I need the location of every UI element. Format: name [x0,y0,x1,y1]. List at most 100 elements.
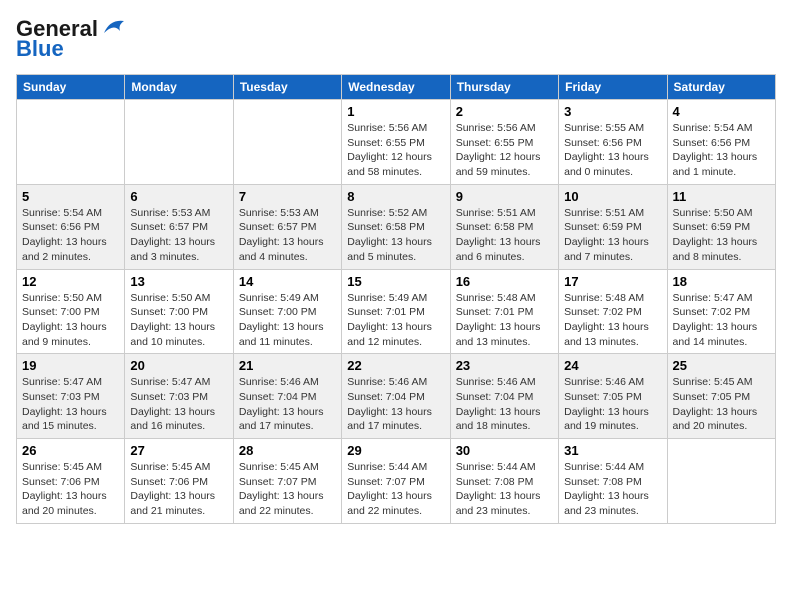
calendar-cell: 7 Sunrise: 5:53 AM Sunset: 6:57 PM Daylig… [233,184,341,269]
weekday-header-thursday: Thursday [450,75,558,100]
calendar-cell: 26Sunrise: 5:45 AM Sunset: 7:06 PM Dayli… [17,439,125,524]
day-info: Sunrise: 5:45 AM Sunset: 7:06 PM Dayligh… [130,460,227,519]
day-number: 29 [347,443,444,458]
calendar-cell: 27Sunrise: 5:45 AM Sunset: 7:06 PM Dayli… [125,439,233,524]
calendar-cell [667,439,775,524]
calendar-cell: 1 Sunrise: 5:56 AM Sunset: 6:55 PM Daylig… [342,100,450,185]
day-info: Sunrise: 5:56 AM Sunset: 6:55 PM Dayligh… [456,121,553,180]
calendar-week-row: 5Sunrise: 5:54 AM Sunset: 6:56 PM Daylig… [17,184,776,269]
day-info: Sunrise: 5:47 AM Sunset: 7:03 PM Dayligh… [22,375,119,434]
logo-blue: Blue [16,36,64,62]
day-number: 17 [564,274,661,289]
day-info: Sunrise: 5:55 AM Sunset: 6:56 PM Dayligh… [564,121,661,180]
weekday-header-sunday: Sunday [17,75,125,100]
weekday-header-saturday: Saturday [667,75,775,100]
day-number: 19 [22,358,119,373]
day-info: Sunrise: 5:46 AM Sunset: 7:04 PM Dayligh… [347,375,444,434]
day-number: 25 [673,358,770,373]
day-number: 7 [239,189,336,204]
day-info: Sunrise: 5:51 AM Sunset: 6:58 PM Dayligh… [456,206,553,265]
day-info: Sunrise: 5:44 AM Sunset: 7:07 PM Dayligh… [347,460,444,519]
day-number: 4 [673,104,770,119]
calendar-cell: 22 Sunrise: 5:46 AM Sunset: 7:04 PM Dayli… [342,354,450,439]
day-info: Sunrise: 5:56 AM Sunset: 6:55 PM Dayligh… [347,121,444,180]
calendar-cell [17,100,125,185]
day-number: 26 [22,443,119,458]
day-number: 1 [347,104,444,119]
calendar-cell: 17 Sunrise: 5:48 AM Sunset: 7:02 PM Dayli… [559,269,667,354]
calendar-cell: 9 Sunrise: 5:51 AM Sunset: 6:58 PM Daylig… [450,184,558,269]
logo-bird-icon [100,17,128,37]
day-number: 15 [347,274,444,289]
calendar-week-row: 26 Sunrise: 5:45 AM Sunset: 7:06 PM Dayli… [17,439,776,524]
day-info: Sunrise: 5:46 AM Sunset: 7:04 PM Dayligh… [456,375,553,434]
day-info: Sunrise: 5:44 AM Sunset: 7:08 PM Dayligh… [456,460,553,519]
calendar-cell: 14 Sunrise: 5:49 AM Sunset: 7:00 PM Dayli… [233,269,341,354]
calendar-cell [233,100,341,185]
day-number: 9 [456,189,553,204]
day-number: 24 [564,358,661,373]
day-number: 14 [239,274,336,289]
weekday-header-monday: Monday [125,75,233,100]
day-info: Sunrise: 5:47 AM Sunset: 7:02 PM Dayligh… [673,291,770,350]
day-number: 30 [456,443,553,458]
calendar-cell: 13 Sunrise: 5:50 AM Sunset: 7:00 PM Dayli… [125,269,233,354]
day-info: Sunrise: 5:45 AM Sunset: 7:07 PM Dayligh… [239,460,336,519]
day-info: Sunrise: 5:48 AM Sunset: 7:02 PM Dayligh… [564,291,661,350]
day-number: 2 [456,104,553,119]
day-info: Sunrise: 5:47 AM Sunset: 7:03 PM Dayligh… [130,375,227,434]
day-info: Sunrise: 5:52 AM Sunset: 6:58 PM Dayligh… [347,206,444,265]
day-number: 18 [673,274,770,289]
day-number: 10 [564,189,661,204]
calendar-cell: 2 Sunrise: 5:56 AM Sunset: 6:55 PM Daylig… [450,100,558,185]
calendar-cell: 21Sunrise: 5:46 AM Sunset: 7:04 PM Dayli… [233,354,341,439]
calendar-cell: 24 Sunrise: 5:46 AM Sunset: 7:05 PM Dayli… [559,354,667,439]
day-info: Sunrise: 5:48 AM Sunset: 7:01 PM Dayligh… [456,291,553,350]
calendar-cell: 31 Sunrise: 5:44 AM Sunset: 7:08 PM Dayli… [559,439,667,524]
day-info: Sunrise: 5:50 AM Sunset: 6:59 PM Dayligh… [673,206,770,265]
weekday-header-friday: Friday [559,75,667,100]
calendar-cell: 20 Sunrise: 5:47 AM Sunset: 7:03 PM Dayli… [125,354,233,439]
calendar-table: SundayMondayTuesdayWednesdayThursdayFrid… [16,74,776,524]
calendar-cell: 18 Sunrise: 5:47 AM Sunset: 7:02 PM Dayli… [667,269,775,354]
calendar-cell: 10Sunrise: 5:51 AM Sunset: 6:59 PM Dayli… [559,184,667,269]
weekday-header-tuesday: Tuesday [233,75,341,100]
day-number: 20 [130,358,227,373]
day-number: 31 [564,443,661,458]
calendar-cell: 8 Sunrise: 5:52 AM Sunset: 6:58 PM Daylig… [342,184,450,269]
calendar-week-row: 12Sunrise: 5:50 AM Sunset: 7:00 PM Dayli… [17,269,776,354]
day-info: Sunrise: 5:44 AM Sunset: 7:08 PM Dayligh… [564,460,661,519]
calendar-cell: 5Sunrise: 5:54 AM Sunset: 6:56 PM Daylig… [17,184,125,269]
day-number: 8 [347,189,444,204]
day-info: Sunrise: 5:46 AM Sunset: 7:05 PM Dayligh… [564,375,661,434]
day-info: Sunrise: 5:53 AM Sunset: 6:57 PM Dayligh… [130,206,227,265]
calendar-cell: 28 Sunrise: 5:45 AM Sunset: 7:07 PM Dayli… [233,439,341,524]
calendar-cell: 6 Sunrise: 5:53 AM Sunset: 6:57 PM Daylig… [125,184,233,269]
day-number: 23 [456,358,553,373]
day-info: Sunrise: 5:49 AM Sunset: 7:00 PM Dayligh… [239,291,336,350]
day-info: Sunrise: 5:53 AM Sunset: 6:57 PM Dayligh… [239,206,336,265]
calendar-cell: 23 Sunrise: 5:46 AM Sunset: 7:04 PM Dayli… [450,354,558,439]
day-number: 22 [347,358,444,373]
calendar-cell: 11 Sunrise: 5:50 AM Sunset: 6:59 PM Dayli… [667,184,775,269]
weekday-header-wednesday: Wednesday [342,75,450,100]
day-number: 13 [130,274,227,289]
calendar-cell: 25 Sunrise: 5:45 AM Sunset: 7:05 PM Dayli… [667,354,775,439]
logo: General Blue [16,16,128,62]
calendar-cell: 15 Sunrise: 5:49 AM Sunset: 7:01 PM Dayli… [342,269,450,354]
calendar-cell: 16 Sunrise: 5:48 AM Sunset: 7:01 PM Dayli… [450,269,558,354]
day-number: 21 [239,358,336,373]
calendar-week-row: 1 Sunrise: 5:56 AM Sunset: 6:55 PM Daylig… [17,100,776,185]
calendar-week-row: 19 Sunrise: 5:47 AM Sunset: 7:03 PM Dayli… [17,354,776,439]
page-header: General Blue [16,16,776,62]
day-number: 6 [130,189,227,204]
day-info: Sunrise: 5:54 AM Sunset: 6:56 PM Dayligh… [673,121,770,180]
day-info: Sunrise: 5:49 AM Sunset: 7:01 PM Dayligh… [347,291,444,350]
day-info: Sunrise: 5:45 AM Sunset: 7:05 PM Dayligh… [673,375,770,434]
day-number: 11 [673,189,770,204]
day-number: 28 [239,443,336,458]
day-info: Sunrise: 5:50 AM Sunset: 7:00 PM Dayligh… [130,291,227,350]
day-number: 16 [456,274,553,289]
calendar-cell: 3Sunrise: 5:55 AM Sunset: 6:56 PM Daylig… [559,100,667,185]
day-number: 5 [22,189,119,204]
